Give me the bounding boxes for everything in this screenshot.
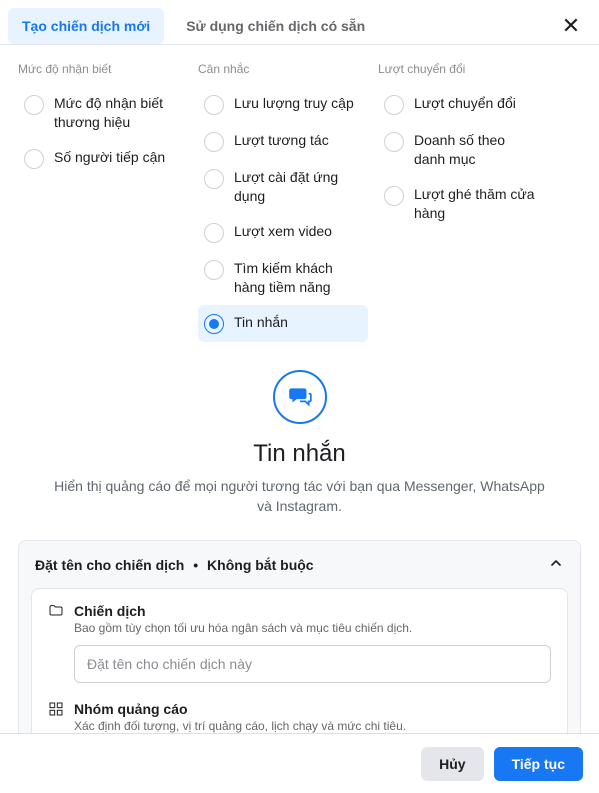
objective-hero: Tin nhắn Hiển thị quảng cáo để mọi người… [18, 370, 581, 517]
card-header-toggle[interactable]: Đặt tên cho chiến dịch • Không bắt buộc [19, 541, 580, 588]
radio-icon [204, 132, 224, 152]
radio-icon [204, 260, 224, 280]
radio-icon [204, 169, 224, 189]
objective-col-heading: Mức độ nhận biết [18, 62, 198, 76]
objective-label: Lượt cài đặt ứng dụng [234, 168, 360, 206]
objective-columns: Mức độ nhận biết Mức độ nhận biết thương… [18, 62, 581, 342]
radio-icon [204, 314, 224, 334]
chevron-up-icon [548, 555, 564, 574]
card-body: Chiến dịch Bao gồm tùy chọn tối ưu hóa n… [31, 588, 568, 733]
objective-catalog-sales[interactable]: Doanh số theo danh mục [378, 123, 548, 177]
tab-label: Tạo chiến dịch mới [22, 18, 150, 34]
button-label: Tiếp tục [512, 756, 565, 772]
folder-icon [48, 603, 64, 619]
card-title-b: Không bắt buộc [207, 557, 314, 573]
objective-label: Lượt xem video [234, 222, 332, 241]
messages-icon [273, 370, 327, 424]
objective-label: Doanh số theo danh mục [414, 131, 540, 169]
close-button[interactable]: ✕ [555, 10, 587, 42]
radio-icon [384, 132, 404, 152]
radio-icon [204, 223, 224, 243]
objective-col-consideration: Cân nhắc Lưu lượng truy cập Lượt tương t… [198, 62, 378, 342]
objective-col-awareness: Mức độ nhận biết Mức độ nhận biết thương… [18, 62, 198, 342]
objective-col-heading: Lượt chuyển đổi [378, 62, 581, 76]
objective-label: Lượt chuyển đổi [414, 94, 516, 113]
objective-messages[interactable]: Tin nhắn [198, 305, 368, 342]
radio-icon [384, 95, 404, 115]
adset-subtitle: Xác định đối tượng, vị trí quảng cáo, lị… [74, 719, 551, 733]
radio-icon [24, 95, 44, 115]
dialog-header: Tạo chiến dịch mới Sử dụng chiến dịch có… [0, 0, 599, 45]
objective-conversions[interactable]: Lượt chuyển đổi [378, 86, 548, 123]
hero-title: Tin nhắn [18, 440, 581, 468]
objective-label: Lượt tương tác [234, 131, 329, 150]
radio-icon [204, 95, 224, 115]
tab-label: Sử dụng chiến dịch có sẵn [186, 18, 365, 34]
grid-icon [48, 701, 64, 717]
radio-icon [384, 186, 404, 206]
close-icon: ✕ [562, 13, 580, 39]
objective-col-conversion: Lượt chuyển đổi Lượt chuyển đổi Doanh số… [378, 62, 581, 342]
objective-video-views[interactable]: Lượt xem video [198, 214, 368, 251]
campaign-title: Chiến dịch [74, 603, 146, 619]
objective-label: Lượt ghé thăm cửa hàng [414, 185, 540, 223]
hero-description: Hiển thị quảng cáo để mọi người tương tá… [50, 476, 550, 517]
dialog-body-scroll[interactable]: Mức độ nhận biết Mức độ nhận biết thương… [0, 50, 599, 733]
cancel-button[interactable]: Hủy [421, 747, 483, 781]
objective-label: Mức độ nhận biết thương hiệu [54, 94, 180, 132]
dialog-footer: Hủy Tiếp tục [0, 733, 599, 793]
objective-store-visits[interactable]: Lượt ghé thăm cửa hàng [378, 177, 548, 231]
tab-existing-campaign[interactable]: Sử dụng chiến dịch có sẵn [172, 8, 379, 44]
campaign-section: Chiến dịch Bao gồm tùy chọn tối ưu hóa n… [48, 603, 551, 683]
objective-label: Số người tiếp cận [54, 148, 165, 167]
card-title-a: Đặt tên cho chiến dịch [35, 557, 184, 573]
continue-button[interactable]: Tiếp tục [494, 747, 583, 781]
objective-brand-awareness[interactable]: Mức độ nhận biết thương hiệu [18, 86, 188, 140]
objective-traffic[interactable]: Lưu lượng truy cập [198, 86, 368, 123]
campaign-subtitle: Bao gồm tùy chọn tối ưu hóa ngân sách và… [74, 621, 551, 635]
tab-new-campaign[interactable]: Tạo chiến dịch mới [8, 8, 164, 44]
objective-lead-gen[interactable]: Tìm kiếm khách hàng tiềm năng [198, 251, 368, 305]
radio-icon [24, 149, 44, 169]
objective-reach[interactable]: Số người tiếp cận [18, 140, 188, 177]
adset-title: Nhóm quảng cáo [74, 701, 188, 717]
bullet-sep: • [193, 557, 198, 573]
objective-col-heading: Cân nhắc [198, 62, 378, 76]
campaign-naming-card: Đặt tên cho chiến dịch • Không bắt buộc … [18, 540, 581, 733]
objective-label: Tìm kiếm khách hàng tiềm năng [234, 259, 360, 297]
adset-section: Nhóm quảng cáo Xác định đối tượng, vị tr… [48, 701, 551, 733]
button-label: Hủy [439, 756, 465, 772]
objective-label: Lưu lượng truy cập [234, 94, 354, 113]
campaign-name-input[interactable] [74, 645, 551, 683]
objective-engagement[interactable]: Lượt tương tác [198, 123, 368, 160]
objective-label: Tin nhắn [234, 313, 288, 332]
objective-app-installs[interactable]: Lượt cài đặt ứng dụng [198, 160, 368, 214]
